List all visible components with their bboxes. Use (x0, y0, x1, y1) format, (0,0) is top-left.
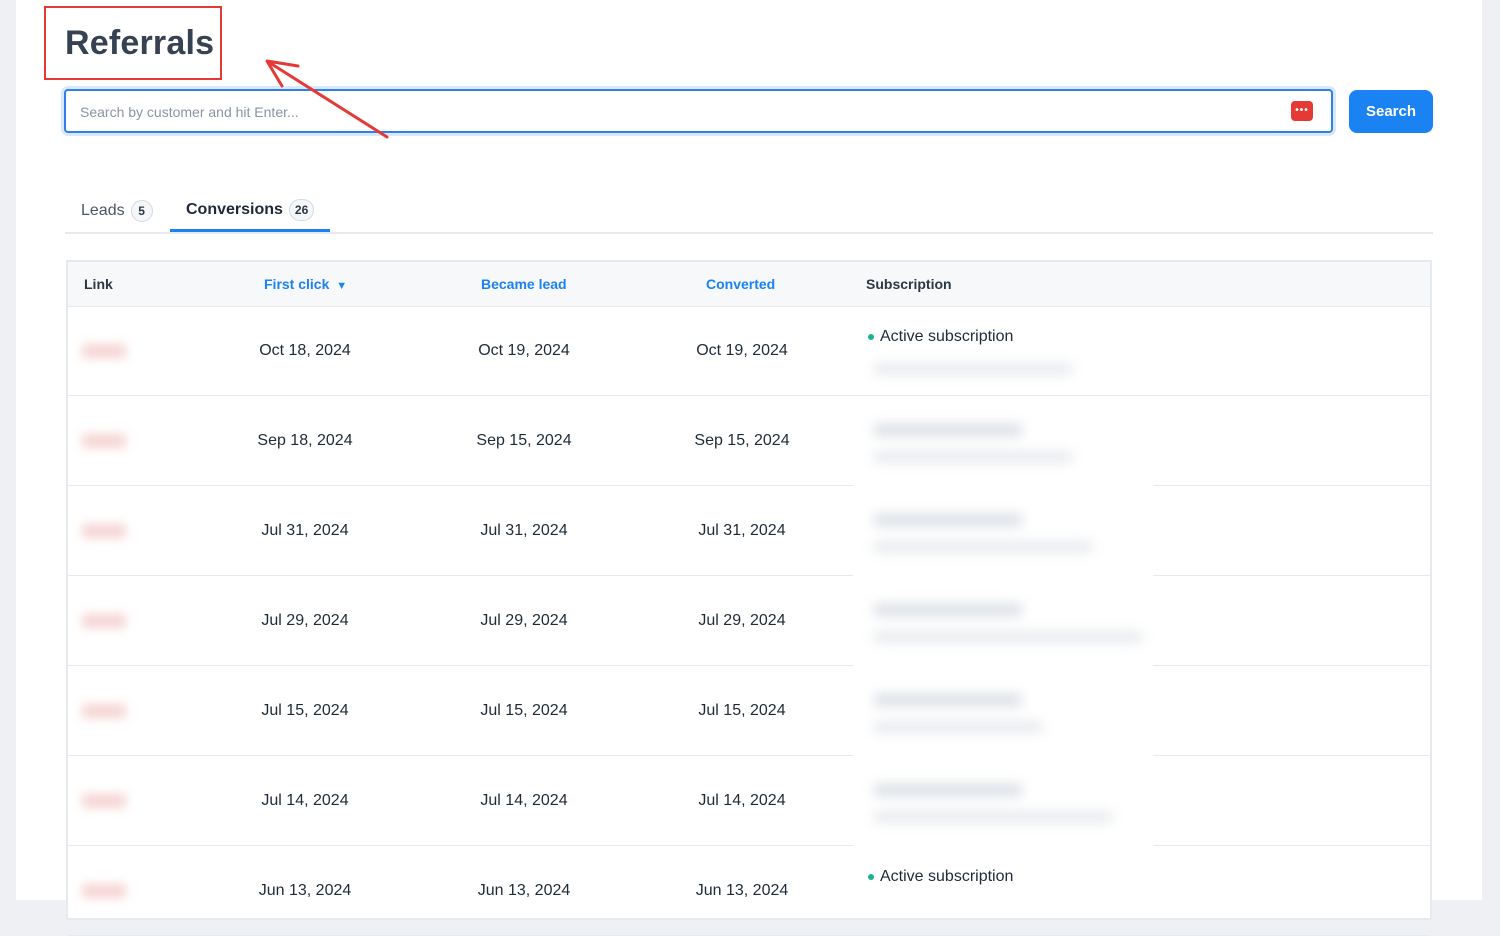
redacted-line (873, 542, 1093, 552)
subscription-status: Active subscription (868, 868, 1013, 886)
referral-link-redacted[interactable] (82, 704, 126, 718)
referral-link-redacted[interactable] (82, 344, 126, 358)
first-click-cell: Jul 15, 2024 (261, 702, 349, 719)
tab-label: Conversions (186, 200, 283, 218)
redacted-line (873, 514, 1023, 526)
subscription-redacted (853, 396, 1153, 486)
redacted-line (873, 694, 1023, 706)
redacted-line (873, 722, 1043, 732)
redacted-line (873, 784, 1023, 796)
converted-cell: Oct 19, 2024 (696, 342, 788, 359)
converted-cell: Jul 31, 2024 (698, 522, 786, 539)
first-click-cell: Jul 31, 2024 (261, 522, 349, 539)
tab-conversions[interactable]: Conversions 26 (170, 190, 331, 232)
became-lead-cell: Sep 15, 2024 (476, 432, 572, 449)
first-click-cell: Jul 14, 2024 (261, 792, 349, 809)
became-lead-cell: Oct 19, 2024 (478, 342, 570, 359)
became-lead-cell: Jul 15, 2024 (480, 702, 568, 719)
table-row[interactable]: Jul 15, 2024 Jul 15, 2024 Jul 15, 2024 (68, 666, 1430, 756)
referral-link-redacted[interactable] (82, 434, 126, 448)
tab-count-badge: 26 (288, 198, 315, 221)
conversions-table: Link First click ▼ Became lead Converted… (66, 260, 1432, 936)
search-field[interactable]: ••• (64, 89, 1333, 133)
first-click-cell: Sep 18, 2024 (257, 432, 353, 449)
redacted-line (873, 632, 1143, 642)
converted-cell: Jul 15, 2024 (698, 702, 786, 719)
converted-cell: Jun 13, 2024 (695, 882, 789, 899)
table-row[interactable]: Jun 13, 2024 Jun 13, 2024 Jun 13, 2024 A… (68, 846, 1430, 936)
redacted-line (873, 812, 1113, 822)
converted-cell: Jul 14, 2024 (698, 792, 786, 809)
table-row[interactable]: Jul 29, 2024 Jul 29, 2024 Jul 29, 2024 (68, 576, 1430, 666)
table-row[interactable]: Jul 14, 2024 Jul 14, 2024 Jul 14, 2024 (68, 756, 1430, 846)
column-header-label: First click (264, 276, 330, 292)
subscription-redacted (853, 666, 1153, 756)
sort-desc-icon: ▼ (336, 280, 348, 292)
page-title: Referrals (65, 24, 215, 62)
column-header-link: Link (84, 276, 113, 292)
converted-cell: Jul 29, 2024 (698, 612, 786, 629)
search-input[interactable] (78, 91, 1282, 133)
table-header: Link First click ▼ Became lead Converted… (68, 262, 1430, 307)
column-header-became-lead[interactable]: Became lead (481, 262, 567, 306)
search-button[interactable]: Search (1349, 90, 1433, 133)
tab-count-badge: 5 (130, 200, 153, 222)
redacted-line (873, 604, 1023, 616)
became-lead-cell: Jul 29, 2024 (480, 612, 568, 629)
subscription-status: Active subscription (868, 328, 1013, 346)
subscription-redacted (853, 576, 1153, 666)
first-click-cell: Jun 13, 2024 (258, 882, 352, 899)
status-dot-icon (868, 874, 874, 880)
subscription-label: Active subscription (880, 328, 1014, 345)
redacted-line (873, 424, 1023, 436)
status-dot-icon (868, 334, 874, 340)
subscription-detail-redacted (873, 364, 1073, 374)
first-click-cell: Oct 18, 2024 (259, 342, 351, 359)
tab-label: Leads (81, 202, 125, 219)
subscription-label: Active subscription (880, 868, 1014, 885)
subscription-redacted (853, 756, 1153, 846)
table-row[interactable]: Jul 31, 2024 Jul 31, 2024 Jul 31, 2024 (68, 486, 1430, 576)
became-lead-cell: Jul 14, 2024 (480, 792, 568, 809)
converted-cell: Sep 15, 2024 (694, 432, 790, 449)
became-lead-cell: Jun 13, 2024 (477, 882, 571, 899)
column-header-converted[interactable]: Converted (706, 262, 775, 306)
tab-leads[interactable]: Leads 5 (81, 190, 153, 232)
became-lead-cell: Jul 31, 2024 (480, 522, 568, 539)
referral-link-redacted[interactable] (82, 794, 126, 808)
column-header-subscription: Subscription (866, 276, 952, 292)
tab-bar: Leads 5 Conversions 26 (65, 190, 1433, 234)
referral-link-redacted[interactable] (82, 884, 126, 898)
subscription-redacted (853, 486, 1153, 576)
password-manager-icon[interactable]: ••• (1291, 101, 1313, 121)
column-header-first-click[interactable]: First click ▼ (264, 262, 347, 306)
referral-link-redacted[interactable] (82, 524, 126, 538)
referral-link-redacted[interactable] (82, 614, 126, 628)
redacted-line (873, 452, 1073, 462)
first-click-cell: Jul 29, 2024 (261, 612, 349, 629)
table-row[interactable]: Oct 18, 2024 Oct 19, 2024 Oct 19, 2024 A… (68, 306, 1430, 396)
table-row[interactable]: Sep 18, 2024 Sep 15, 2024 Sep 15, 2024 (68, 396, 1430, 486)
